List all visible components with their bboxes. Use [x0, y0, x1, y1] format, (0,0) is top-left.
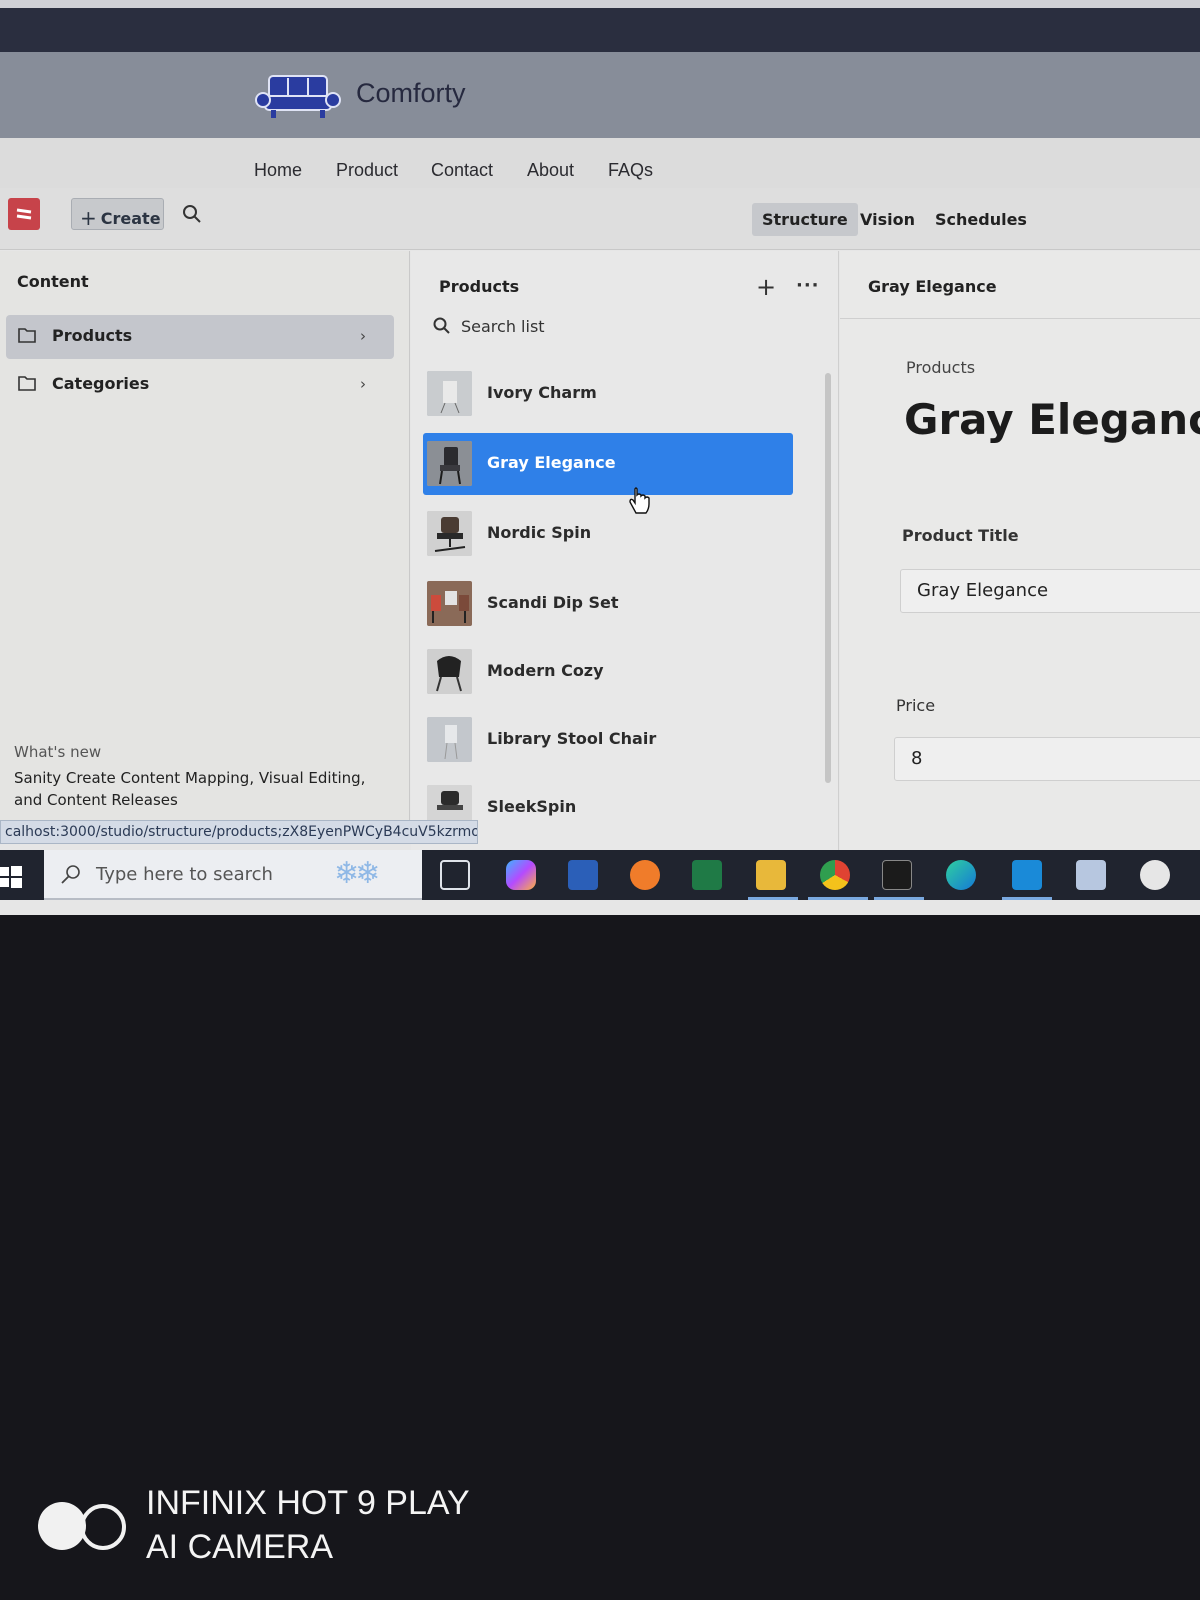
product-thumbnail — [427, 511, 472, 556]
whats-new-link[interactable]: Sanity Create Content Mapping, Visual Ed… — [14, 767, 394, 811]
product-name: Nordic Spin — [487, 523, 592, 542]
content-item-categories[interactable]: Categories › — [6, 363, 394, 407]
active-app-indicator — [874, 897, 924, 900]
taskbar-search-placeholder: Type here to search — [96, 864, 273, 885]
tab-schedules[interactable]: Schedules — [925, 203, 1037, 236]
products-scrollbar[interactable] — [825, 373, 831, 783]
site-nav: Home Product Contact About FAQs — [0, 138, 1200, 188]
nav-link-home[interactable]: Home — [254, 160, 302, 181]
product-name: Library Stool Chair — [487, 729, 657, 748]
notepad-icon[interactable] — [1076, 860, 1106, 890]
content-item-label: Products — [52, 326, 133, 345]
tab-structure[interactable]: Structure — [752, 203, 858, 236]
product-item-library-stool-chair[interactable]: Library Stool Chair — [423, 709, 793, 771]
active-app-indicator — [808, 897, 868, 900]
whats-new-label: What's new — [14, 743, 102, 761]
product-name: Gray Elegance — [487, 453, 616, 472]
document-title: Gray Elegance — [904, 395, 1200, 444]
price-input[interactable]: 8 — [894, 737, 1200, 781]
product-thumbnail — [427, 649, 472, 694]
search-icon[interactable] — [182, 204, 202, 224]
document-pane: Gray Elegance Products Gray Elegance Pro… — [840, 251, 1200, 851]
terminal-icon[interactable] — [882, 860, 912, 890]
folder-icon — [18, 376, 36, 391]
search-list-input[interactable]: Search list — [433, 317, 545, 339]
hand-cursor-icon — [629, 487, 650, 514]
nav-link-faqs[interactable]: FAQs — [608, 160, 653, 181]
products-pane: Products + ··· Search list Ivory Charm G… — [411, 251, 839, 851]
excel-icon[interactable] — [692, 860, 722, 890]
firefox-icon[interactable] — [630, 860, 660, 890]
product-title-input[interactable]: Gray Elegance — [900, 569, 1200, 613]
product-name: Scandi Dip Set — [487, 593, 619, 612]
word-icon[interactable] — [568, 860, 598, 890]
nav-link-contact[interactable]: Contact — [431, 160, 493, 181]
sofa-logo-icon — [255, 75, 341, 118]
camera-mode-ring-icon — [80, 1504, 126, 1550]
search-icon — [61, 865, 80, 884]
studio-toolbar: + Create Structure Vision Schedules — [0, 188, 1200, 250]
content-item-label: Categories — [52, 374, 150, 393]
camera-mode-dot-icon — [38, 1502, 86, 1550]
active-app-indicator — [748, 897, 798, 900]
monitor-screen: Comforty Home Product Contact About FAQs… — [0, 0, 1200, 915]
chrome-icon[interactable] — [820, 860, 850, 890]
product-item-nordic-spin[interactable]: Nordic Spin — [423, 503, 793, 565]
chevron-right-icon: › — [360, 375, 366, 393]
file-explorer-icon[interactable] — [756, 860, 786, 890]
site-header: Comforty — [0, 52, 1200, 138]
nav-link-about[interactable]: About — [527, 160, 574, 181]
product-name: Modern Cozy — [487, 661, 604, 680]
camera-watermark-model: INFINIX HOT 9 PLAY — [146, 1484, 470, 1522]
product-name: Ivory Charm — [487, 383, 597, 402]
product-thumbnail — [427, 581, 472, 626]
browser-top-strip — [0, 0, 1200, 8]
product-title-label: Product Title — [902, 526, 1019, 545]
product-thumbnail — [427, 717, 472, 762]
windows-taskbar: Type here to search ❄❄ — [0, 850, 1200, 900]
nav-link-product[interactable]: Product — [336, 160, 398, 181]
search-icon — [433, 317, 450, 334]
snowflake-icon: ❄❄ — [334, 856, 380, 891]
content-pane-title: Content — [17, 272, 89, 291]
content-item-products[interactable]: Products › — [6, 315, 394, 359]
products-pane-title: Products — [439, 277, 520, 296]
content-pane: Content Products › Categories › What's n… — [0, 251, 410, 821]
taskbar-search-box[interactable]: Type here to search ❄❄ — [44, 850, 422, 900]
more-menu-icon[interactable]: ··· — [796, 275, 820, 296]
product-thumbnail — [427, 371, 472, 416]
product-item-scandi-dip-set[interactable]: Scandi Dip Set — [423, 573, 793, 635]
brand-name[interactable]: Comforty — [356, 78, 466, 109]
product-thumbnail — [427, 441, 472, 486]
product-item-ivory-charm[interactable]: Ivory Charm — [423, 363, 793, 425]
plus-icon: + — [80, 206, 97, 230]
sanity-logo-icon[interactable] — [8, 198, 40, 230]
vscode-icon[interactable] — [1012, 860, 1042, 890]
task-view-icon[interactable] — [440, 860, 470, 890]
active-app-indicator — [1002, 897, 1052, 900]
divider — [840, 318, 1200, 319]
camera-watermark-label: AI CAMERA — [146, 1528, 334, 1566]
folder-icon — [18, 328, 36, 343]
windows-start-icon[interactable] — [0, 866, 22, 888]
product-item-modern-cozy[interactable]: Modern Cozy — [423, 641, 793, 703]
document-type-label: Products — [906, 358, 976, 377]
document-pane-title: Gray Elegance — [868, 277, 997, 296]
paint-icon[interactable] — [1140, 860, 1170, 890]
price-label: Price — [896, 696, 936, 715]
status-bar-url: calhost:3000/studio/structure/products;z… — [0, 820, 478, 844]
chevron-right-icon: › — [360, 327, 366, 345]
edge-icon[interactable] — [946, 860, 976, 890]
add-document-button[interactable]: + — [756, 273, 776, 301]
product-item-sleekspin[interactable]: SleekSpin — [423, 777, 793, 839]
tab-vision[interactable]: Vision — [850, 203, 925, 236]
product-item-gray-elegance[interactable]: Gray Elegance — [423, 433, 793, 495]
create-button[interactable]: + Create — [71, 198, 164, 230]
search-list-placeholder: Search list — [461, 317, 545, 336]
product-name: SleekSpin — [487, 797, 577, 816]
copilot-icon[interactable] — [506, 860, 536, 890]
